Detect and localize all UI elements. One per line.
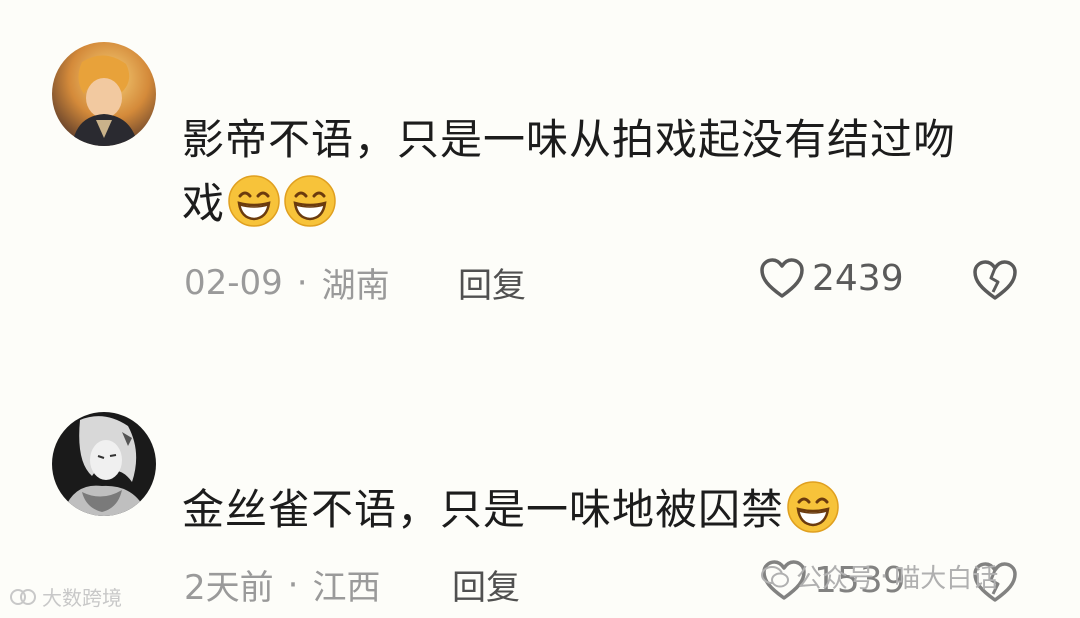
- watermark-logo-icon: [10, 588, 36, 605]
- watermark-left: 大数跨境: [10, 582, 122, 611]
- comment-meta: 2天前 · 江西: [184, 560, 380, 609]
- watermark-separator: ·: [880, 561, 889, 592]
- comment-text: 金丝雀不语，只是一味地被囚禁: [182, 478, 840, 542]
- comment-date: 2天前: [184, 568, 274, 608]
- watermark-left-text: 大数跨境: [42, 586, 122, 610]
- comment-text-line1: 金丝雀不语，只是一味地被囚禁: [182, 485, 785, 534]
- reply-button[interactable]: 回复: [452, 560, 520, 609]
- comment-text-line: 金丝雀不语，只是一味地被囚禁: [182, 478, 840, 542]
- grinning-emoji-icon: [786, 480, 840, 534]
- watermark-right: 公众号 · 喵大白话: [760, 558, 998, 595]
- watermark-name: 喵大白话: [894, 564, 999, 594]
- wechat-icon: [761, 565, 789, 587]
- comment-item-2: 金丝雀不语，只是一味地被囚禁 2天前 · 江西 回复 1539: [0, 0, 1080, 618]
- comment-location: 江西: [312, 568, 381, 608]
- user-avatar[interactable]: [52, 412, 156, 516]
- meta-separator: ·: [287, 564, 299, 605]
- watermark-account: 公众号: [796, 564, 875, 594]
